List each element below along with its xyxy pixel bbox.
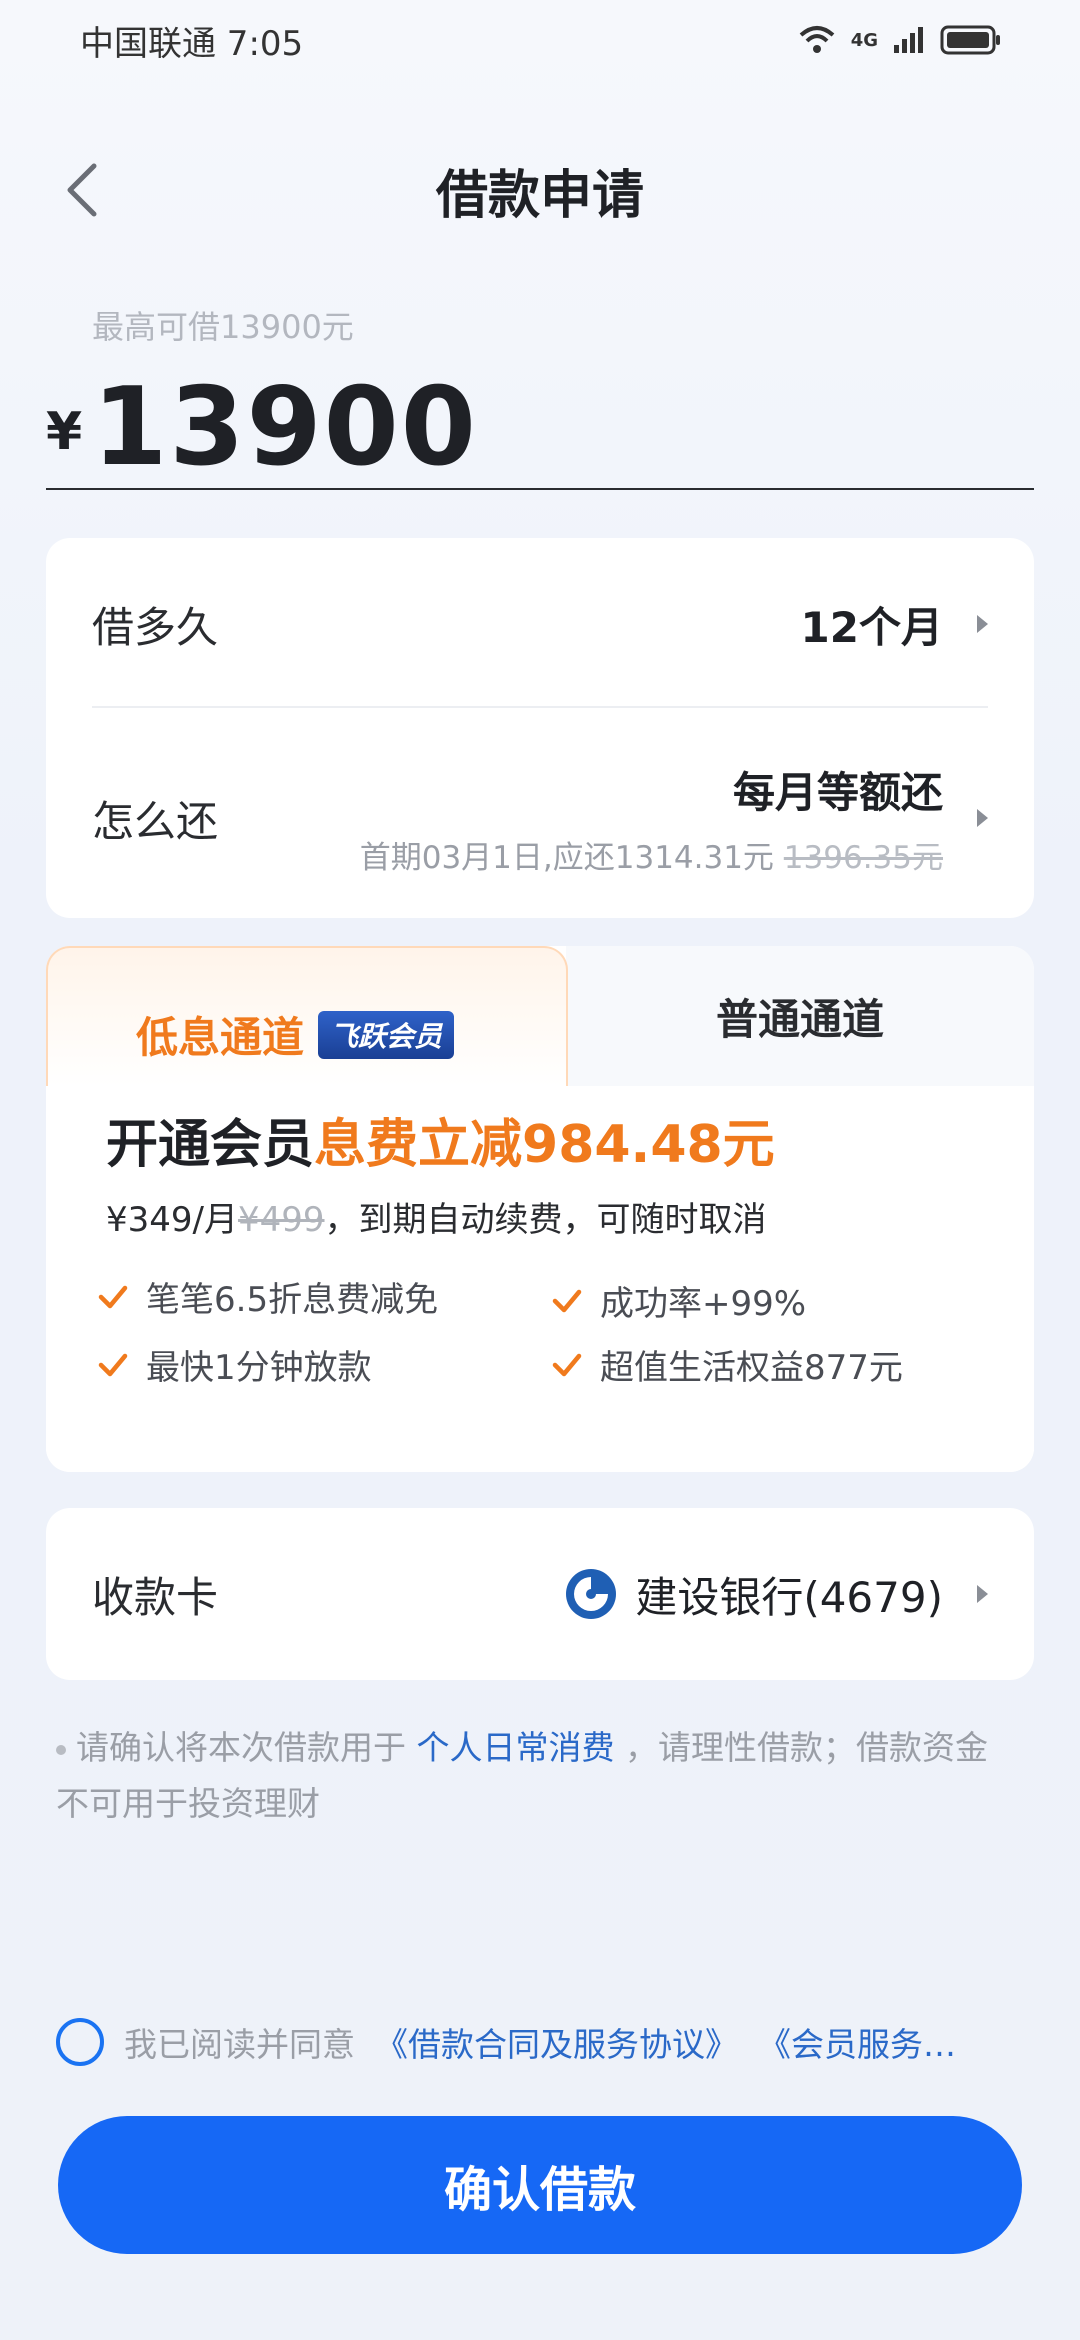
agree-radio[interactable]	[56, 2018, 104, 2066]
currency-symbol: ¥	[46, 402, 83, 462]
member-price: ¥349/月¥499，到期自动续费，可随时取消	[106, 1192, 767, 1241]
member-title: 开通会员息费立减984.48元	[106, 1102, 775, 1177]
duration-value: 12个月	[800, 602, 943, 652]
page-title: 借款申请	[435, 165, 644, 226]
check-icon	[552, 1353, 582, 1376]
receiving-card-label: 收款卡	[92, 1572, 219, 1622]
price-current: ¥349/月	[106, 1200, 238, 1240]
tab-low-interest-label: 低息通道	[136, 1013, 305, 1062]
signal-icon	[894, 27, 923, 53]
vip-badge: 飞跃会员	[318, 1010, 455, 1059]
battery-icon	[940, 25, 1000, 55]
tab-normal-label: 普通通道	[715, 994, 884, 1044]
caret-right-icon	[977, 809, 988, 827]
caret-right-icon	[977, 1585, 988, 1603]
receiving-card[interactable]: 收款卡 建设银行(4679)	[46, 1508, 1034, 1680]
repayment-row[interactable]: 怎么还 每月等额还 首期03月1日,应还1314.31元 1396.35元	[92, 758, 988, 878]
wifi-icon	[799, 26, 835, 53]
channel-card: 普通通道 低息通道 飞跃会员 开通会员息费立减984.48元 ¥349/月¥49…	[46, 946, 1034, 1472]
divider	[92, 706, 988, 708]
price-original: ¥499	[237, 1200, 325, 1240]
duration-row[interactable]: 借多久 12个月	[92, 588, 988, 660]
tab-low-interest-channel[interactable]: 低息通道 飞跃会员	[46, 946, 568, 1086]
check-icon	[98, 1285, 128, 1308]
duration-label: 借多久	[92, 602, 219, 652]
back-button[interactable]	[56, 163, 108, 217]
chevron-left-icon	[67, 163, 97, 217]
loan-limit-hint: 最高可借13900元	[92, 308, 354, 346]
notice-prefix: 请确认将本次借款用于	[76, 1728, 406, 1767]
amount-value: 13900	[92, 365, 478, 490]
price-note: ，到期自动续费，可随时取消	[324, 1200, 767, 1240]
loan-contract-link[interactable]: 《借款合同及服务协议》	[375, 2018, 738, 2066]
original-amount: 1396.35元	[783, 840, 943, 876]
amount-input[interactable]: ¥ 13900	[46, 358, 1034, 490]
member-title-prefix: 开通会员	[106, 1115, 315, 1175]
carrier-time: 中国联通 7:05	[80, 23, 304, 64]
benefit-item: 笔笔6.5折息费减免	[98, 1272, 438, 1321]
repayment-method: 每月等额还	[732, 768, 943, 817]
first-period-info: 首期03月1日,应还1314.31元 1396.35元	[360, 832, 943, 877]
loan-terms-card: 借多久 12个月 怎么还 每月等额还 首期03月1日,应还1314.31元 13…	[46, 538, 1034, 918]
benefit-item: 超值生活权益877元	[552, 1340, 903, 1389]
caret-right-icon	[977, 615, 988, 633]
check-icon	[552, 1289, 582, 1312]
bullet-dot	[56, 1744, 66, 1755]
tab-normal-channel[interactable]: 普通通道	[566, 946, 1034, 1086]
first-period-amount: 首期03月1日,应还1314.31元	[359, 840, 774, 876]
benefit-item: 成功率+99%	[552, 1276, 806, 1325]
status-bar: 中国联通 7:05 4G	[0, 0, 1080, 80]
member-service-link[interactable]: 《会员服务…	[758, 2018, 956, 2066]
confirm-loan-button[interactable]: 确认借款	[58, 2116, 1022, 2254]
agreement-row: 我已阅读并同意 《借款合同及服务协议》 《会员服务…	[56, 2018, 1016, 2066]
member-offer: 开通会员息费立减984.48元 ¥349/月¥499，到期自动续费，可随时取消 …	[46, 1086, 1034, 1472]
bank-name: 建设银行(4679)	[635, 1572, 943, 1622]
member-discount: 息费立减984.48元	[314, 1115, 775, 1175]
loan-purpose-link[interactable]: 个人日常消费	[417, 1728, 615, 1767]
check-icon	[98, 1353, 128, 1376]
ccb-logo-icon	[566, 1569, 617, 1619]
network-type: 4G	[850, 29, 878, 51]
agree-text: 我已阅读并同意	[124, 2025, 355, 2064]
header: 借款申请	[0, 140, 1080, 240]
benefit-item: 最快1分钟放款	[98, 1340, 372, 1389]
status-icons: 4G	[797, 24, 1002, 56]
repayment-label: 怎么还	[92, 796, 219, 846]
usage-notice: 请确认将本次借款用于 个人日常消费 ，请理性借款；借款资金不可用于投资理财	[56, 1720, 1016, 1832]
